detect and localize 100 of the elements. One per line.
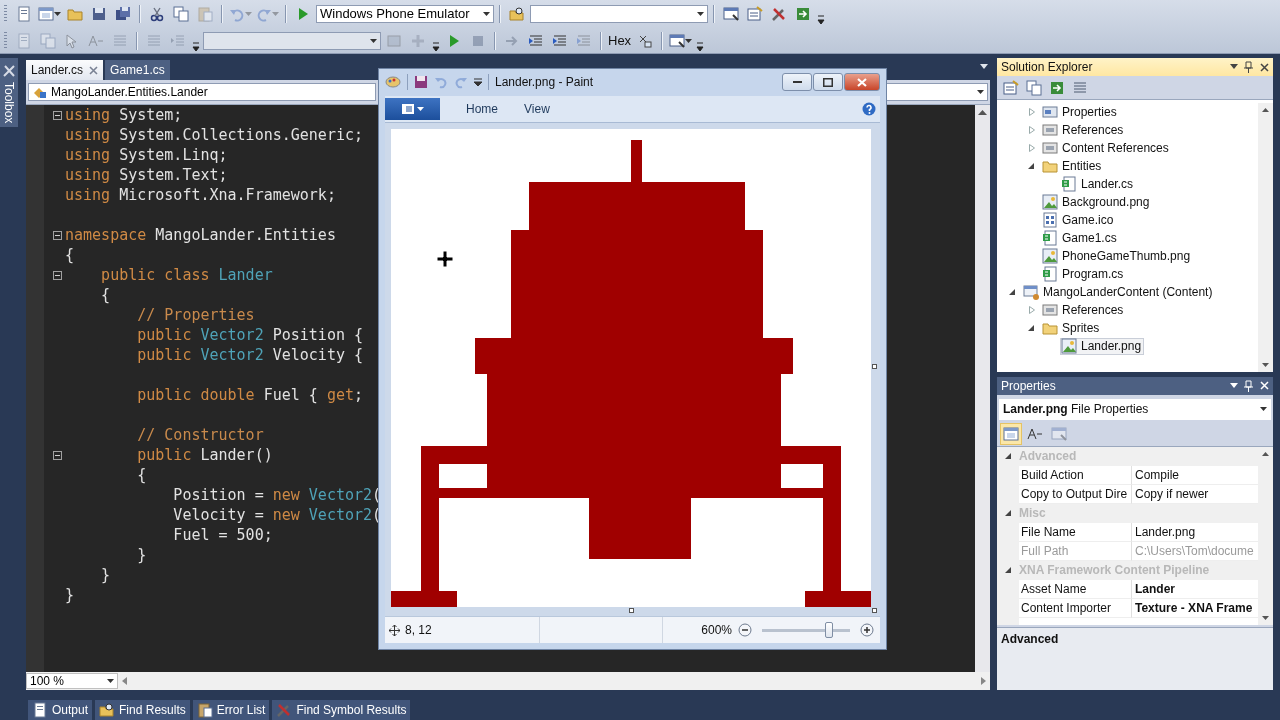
platform-dropdown[interactable]: Windows Phone Emulator — [316, 4, 494, 23]
zoom-in-button[interactable] — [860, 623, 874, 638]
tree-item[interactable]: Content References — [1041, 139, 1172, 157]
tree-item[interactable]: References — [1041, 301, 1127, 319]
save-button[interactable] — [414, 75, 428, 90]
screen-icon — [386, 32, 402, 49]
arrow-left-icon[interactable] — [122, 677, 127, 685]
scrollbar[interactable] — [1258, 103, 1273, 372]
tree-item[interactable]: Sprites — [1041, 319, 1103, 337]
dropdown-icon[interactable] — [1229, 64, 1238, 70]
property-name: Content Importer — [1019, 598, 1132, 618]
tree-item[interactable]: Lander.png — [1060, 337, 1145, 355]
collapse-icon[interactable] — [53, 450, 62, 460]
tree-item[interactable]: PhoneGameThumb.png — [1041, 247, 1194, 265]
scrollbar[interactable] — [975, 105, 990, 672]
document-tab[interactable]: Game1.cs — [105, 60, 170, 80]
arrow-up-icon[interactable] — [978, 109, 987, 115]
arrow-down-icon[interactable] — [1262, 363, 1269, 368]
code-line: } — [65, 585, 75, 605]
folder-icon — [1042, 320, 1058, 336]
show-all-files-button[interactable] — [1024, 77, 1044, 98]
expand-icon[interactable] — [1028, 306, 1035, 314]
pin-icon[interactable] — [1244, 61, 1254, 73]
object-selector[interactable]: Lander.png File Properties — [999, 398, 1271, 420]
tree-item[interactable]: References — [1041, 121, 1127, 139]
arrow-right-icon[interactable] — [981, 677, 986, 685]
properties-icon — [1042, 104, 1058, 120]
resize-handle[interactable] — [872, 363, 877, 369]
panel-tab[interactable]: Error List — [192, 700, 270, 720]
code-line: public class Lander — [100, 265, 273, 285]
code-line: } — [136, 545, 147, 565]
ribbon-tab[interactable]: Home — [454, 97, 510, 120]
type-dropdown[interactable]: MangoLander.Entities.Lander — [28, 83, 376, 101]
tree-item[interactable]: Entities — [1041, 157, 1105, 175]
collapse-icon[interactable] — [53, 110, 62, 120]
categorized-button[interactable] — [1000, 423, 1022, 446]
toolbox-tab[interactable]: Toolbox — [0, 58, 18, 128]
caret-icon — [272, 11, 279, 16]
ribbon-tab[interactable]: View — [512, 97, 562, 120]
arrow-down-icon[interactable] — [1262, 616, 1269, 622]
properties-button[interactable] — [1001, 77, 1021, 98]
document-icon — [16, 5, 32, 22]
member-dropdown[interactable] — [885, 83, 988, 101]
dropdown-icon[interactable] — [980, 64, 988, 70]
arrow-up-icon[interactable] — [1262, 107, 1269, 112]
close-button[interactable] — [844, 73, 880, 92]
hex-button[interactable]: Hex — [607, 29, 633, 52]
arrow-up-icon[interactable] — [1262, 450, 1269, 456]
caret-icon — [245, 11, 252, 16]
scrollbar[interactable] — [1258, 446, 1273, 626]
window-icon — [669, 32, 686, 49]
overflow-icon — [817, 14, 825, 25]
panel-tab[interactable]: Find Results — [95, 700, 190, 720]
slider-thumb[interactable] — [824, 622, 833, 639]
panel-tab[interactable]: Find Symbol Results — [272, 700, 411, 720]
zoom-slider[interactable] — [762, 622, 850, 639]
collapse-icon[interactable] — [1009, 288, 1016, 296]
document-icon — [32, 702, 48, 718]
collapse-icon[interactable] — [53, 230, 62, 240]
folder-icon — [1042, 158, 1058, 174]
collapse-icon[interactable] — [1004, 452, 1012, 460]
document-tab[interactable]: Lander.cs — [26, 60, 104, 80]
code-file-icon — [1061, 176, 1077, 192]
collapse-icon[interactable] — [1004, 509, 1012, 517]
tree-item[interactable]: MangoLanderContent (Content) — [1022, 283, 1216, 301]
minimize-button[interactable] — [782, 73, 812, 92]
project-icon — [1023, 284, 1039, 300]
collapse-icon[interactable] — [53, 270, 62, 280]
expand-icon[interactable] — [1028, 126, 1035, 134]
maximize-button[interactable] — [813, 73, 843, 92]
tree-item[interactable]: Properties — [1041, 103, 1120, 121]
collapse-icon[interactable] — [1004, 566, 1012, 574]
dropdown-icon[interactable] — [1229, 382, 1238, 389]
folder-search-icon — [99, 702, 116, 718]
tree-item[interactable]: Program.cs — [1041, 265, 1127, 283]
redo-icon — [454, 75, 468, 90]
properties-icon — [747, 5, 763, 22]
panel-tab[interactable]: Output — [28, 700, 93, 720]
resize-handle[interactable] — [629, 607, 634, 613]
property-name: Build Action — [1019, 465, 1132, 485]
paint-menu-button[interactable] — [385, 97, 440, 120]
tree-item[interactable]: Game.ico — [1041, 211, 1117, 229]
tree-item[interactable]: Lander.cs — [1060, 175, 1137, 193]
help-icon[interactable] — [862, 101, 876, 116]
expand-icon[interactable] — [1028, 108, 1035, 116]
tree-item[interactable]: Game1.cs — [1041, 229, 1120, 247]
code-line: Position = new Vector2( — [172, 485, 382, 505]
tree-item[interactable]: Background.png — [1041, 193, 1153, 211]
code-line: namespace MangoLander.Entities — [65, 225, 336, 245]
customize-button[interactable] — [474, 78, 482, 87]
image-file-icon — [1061, 338, 1077, 354]
close-icon[interactable] — [1260, 62, 1269, 72]
zoom-dropdown[interactable]: 100 % — [26, 673, 118, 689]
zoom-out-button[interactable] — [738, 623, 752, 638]
find-dropdown[interactable] — [530, 4, 708, 23]
class-icon — [32, 85, 48, 99]
resize-handle[interactable] — [872, 607, 877, 613]
collapse-icon[interactable] — [1028, 162, 1035, 170]
expand-icon[interactable] — [1028, 144, 1035, 152]
collapse-icon[interactable] — [1028, 324, 1035, 332]
